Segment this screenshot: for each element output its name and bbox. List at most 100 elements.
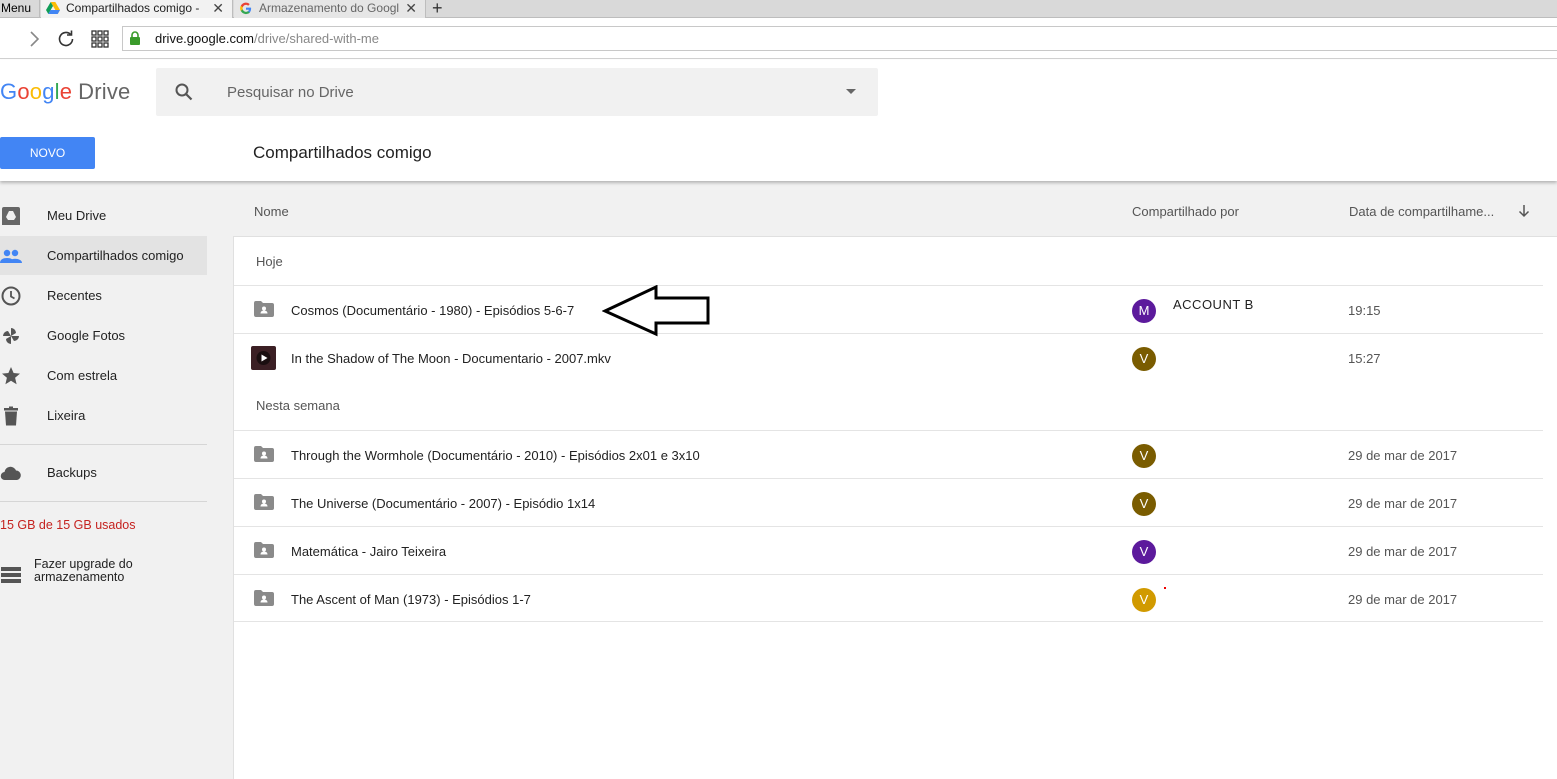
shared-folder-icon: [254, 446, 274, 462]
browser-menu-button[interactable]: Menu: [0, 0, 40, 18]
share-date: 29 de mar de 2017: [1348, 544, 1458, 559]
sidebar-item-label: Google Fotos: [47, 328, 126, 343]
sharer-name: ACCOUNT B: [1173, 297, 1254, 312]
video-thumbnail: [251, 346, 276, 370]
sidebar-divider: [0, 444, 207, 445]
browser-tab-storage[interactable]: Armazenamento do Googl ✕: [234, 0, 426, 18]
shared-folder-icon: [254, 301, 274, 317]
sidebar-divider: [0, 501, 207, 502]
tab-title: Armazenamento do Googl: [259, 1, 399, 15]
table-row[interactable]: The Universe (Documentário - 2007) - Epi…: [234, 478, 1543, 526]
play-icon: [256, 351, 271, 365]
new-tab-plus-icon[interactable]: +: [432, 0, 443, 19]
sidebar-item-com-estrela[interactable]: Com estrela: [0, 356, 207, 395]
search-input[interactable]: Pesquisar no Drive: [227, 84, 354, 101]
logo-drive-word: Drive: [78, 79, 131, 104]
drive-icon: [2, 207, 20, 225]
avatar: M: [1132, 299, 1156, 323]
column-header-shared-by[interactable]: Compartilhado por: [1132, 204, 1239, 219]
storage-usage-text: 15 GB de 15 GB usados: [0, 518, 136, 532]
column-header-date[interactable]: Data de compartilhame...: [1349, 204, 1494, 219]
file-list-header: Nome Compartilhado por Data de compartil…: [233, 181, 1557, 237]
clock-icon: [1, 286, 21, 306]
sidebar-item-label: Compartilhados comigo: [47, 248, 184, 263]
url-domain: drive.google.com: [155, 31, 254, 46]
sidebar-item-meu-drive[interactable]: Meu Drive: [0, 196, 207, 235]
upgrade-storage-label: Fazer upgrade do armazenamento: [34, 558, 174, 584]
sidebar-item-label: Com estrela: [47, 368, 118, 383]
browser-tab-bar: Menu Compartilhados comigo - ✕ Armazenam…: [0, 0, 1557, 18]
new-button[interactable]: NOVO: [0, 137, 95, 169]
column-header-name[interactable]: Nome: [254, 204, 289, 219]
sidebar: Meu Drive Compartilhados comigo Recentes…: [0, 181, 233, 779]
tab-close-icon[interactable]: ✕: [212, 0, 224, 16]
avatar: V: [1132, 588, 1156, 612]
avatar: V: [1132, 492, 1156, 516]
sort-descending-arrow-icon[interactable]: [1517, 203, 1531, 219]
logo-letter: o: [17, 79, 30, 104]
lock-icon: [130, 31, 140, 45]
file-name: The Ascent of Man (1973) - Episódios 1-7: [291, 592, 531, 607]
tab-title: Compartilhados comigo -: [66, 1, 200, 15]
url-text: drive.google.com/drive/shared-with-me: [155, 31, 379, 46]
search-options-dropdown-icon[interactable]: [846, 89, 856, 94]
search-bar[interactable]: Pesquisar no Drive: [156, 68, 878, 116]
cloud-icon: [0, 466, 21, 481]
sidebar-item-label: Meu Drive: [47, 208, 107, 223]
upgrade-storage-link[interactable]: Fazer upgrade do armazenamento: [0, 558, 207, 594]
logo-letter: o: [29, 79, 43, 104]
annotation-arrow-icon: [602, 285, 710, 337]
shared-folder-icon: [254, 590, 274, 606]
share-date: 15:27: [1348, 351, 1381, 366]
logo-letter: g: [42, 79, 55, 104]
url-path: /drive/shared-with-me: [254, 31, 379, 46]
file-list: Hoje Cosmos (Documentário - 1980) - Epis…: [233, 237, 1543, 779]
table-row[interactable]: Matemática - Jairo Teixeira V 29 de mar …: [234, 526, 1543, 574]
file-name: Matemática - Jairo Teixeira: [291, 544, 447, 559]
sidebar-item-google-fotos[interactable]: Google Fotos: [0, 316, 207, 355]
file-name: Through the Wormhole (Documentário - 201…: [291, 448, 700, 463]
group-label-nesta-semana: Nesta semana: [256, 398, 340, 413]
sidebar-item-backups[interactable]: Backups: [0, 453, 207, 492]
avatar: V: [1132, 540, 1156, 564]
shared-folder-icon: [254, 494, 274, 510]
page-title: Compartilhados comigo: [253, 143, 432, 162]
search-icon[interactable]: [172, 80, 196, 104]
pinwheel-icon: [3, 328, 19, 344]
sidebar-item-lixeira[interactable]: Lixeira: [0, 396, 207, 435]
browser-tab-shared[interactable]: Compartilhados comigo - ✕: [41, 0, 233, 18]
google-favicon-icon: [240, 2, 252, 15]
logo-letter: e: [59, 79, 73, 104]
apps-grid-icon[interactable]: [88, 27, 112, 51]
group-label-hoje: Hoje: [256, 254, 283, 269]
star-icon: [2, 367, 20, 385]
sidebar-item-label: Backups: [47, 465, 97, 480]
google-drive-logo[interactable]: Google Drive: [0, 79, 131, 105]
share-date: 19:15: [1348, 303, 1381, 318]
sidebar-item-label: Lixeira: [47, 408, 86, 423]
red-mark: [1164, 587, 1166, 589]
reload-icon[interactable]: [54, 27, 78, 51]
sidebar-item-label: Recentes: [47, 288, 102, 303]
url-field[interactable]: drive.google.com/drive/shared-with-me: [122, 26, 1557, 51]
sidebar-item-recentes[interactable]: Recentes: [0, 276, 207, 315]
share-date: 29 de mar de 2017: [1348, 496, 1458, 511]
table-row[interactable]: Through the Wormhole (Documentário - 201…: [234, 430, 1543, 478]
file-name: In the Shadow of The Moon - Documentario…: [291, 351, 611, 366]
drive-header: Google Drive Pesquisar no Drive NOVO Comp…: [0, 60, 1557, 181]
table-row[interactable]: In the Shadow of The Moon - Documentario…: [234, 333, 1543, 381]
share-date: 29 de mar de 2017: [1348, 592, 1458, 607]
avatar: V: [1132, 347, 1156, 371]
sidebar-item-compartilhados[interactable]: Compartilhados comigo: [0, 236, 207, 275]
storage-bars-icon: [1, 567, 21, 583]
trash-icon: [4, 406, 18, 426]
logo-letter: G: [0, 79, 18, 104]
file-name: Cosmos (Documentário - 1980) - Episódios…: [291, 303, 575, 318]
browser-address-bar: drive.google.com/drive/shared-with-me: [0, 19, 1557, 59]
avatar: V: [1132, 444, 1156, 468]
forward-arrow-icon[interactable]: [22, 27, 46, 51]
table-row[interactable]: The Ascent of Man (1973) - Episódios 1-7…: [234, 574, 1543, 622]
table-row[interactable]: Cosmos (Documentário - 1980) - Episódios…: [234, 285, 1543, 333]
shared-folder-icon: [254, 542, 274, 558]
tab-close-icon[interactable]: ✕: [405, 0, 417, 16]
